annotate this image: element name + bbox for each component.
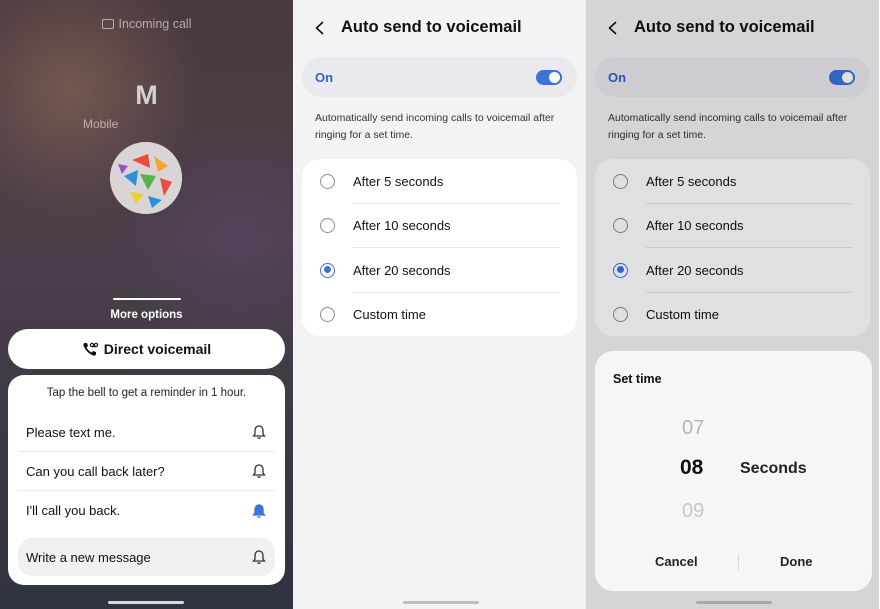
quick-reply-item[interactable]: Can you call back later? bbox=[18, 452, 275, 491]
picker-next-value[interactable]: 09 bbox=[682, 500, 704, 523]
radio-button[interactable] bbox=[320, 307, 335, 323]
radio-button-selected[interactable] bbox=[320, 262, 335, 278]
reminder-hint: Tap the bell to get a reminder in 1 hour… bbox=[46, 387, 247, 399]
picker-unit-label: Seconds bbox=[740, 460, 807, 477]
option-after-10-seconds[interactable]: After 10 seconds bbox=[302, 204, 577, 248]
dialog-title: Set time bbox=[613, 372, 662, 386]
incoming-call-screen: Incoming call M Mobile More options Dire… bbox=[0, 0, 293, 609]
cancel-button[interactable]: Cancel bbox=[655, 554, 698, 569]
picker-current-value[interactable]: 08 bbox=[680, 456, 703, 480]
quick-reply-item[interactable]: I'll call you back. bbox=[18, 491, 275, 530]
home-indicator[interactable] bbox=[403, 601, 479, 604]
header: Auto send to voicemail bbox=[313, 18, 522, 37]
write-new-message-item[interactable]: Write a new message bbox=[18, 538, 275, 576]
option-custom-time[interactable]: Custom time bbox=[302, 293, 577, 338]
set-time-dialog: Set time 07 08 Seconds 09 Cancel Done bbox=[595, 351, 872, 591]
button-divider bbox=[738, 554, 739, 570]
direct-voicemail-button[interactable]: Direct voicemail bbox=[8, 329, 285, 369]
caller-avatar bbox=[110, 142, 182, 214]
radio-button[interactable] bbox=[320, 173, 335, 189]
auto-voicemail-set-time-screen: Auto send to voicemail On Automatically … bbox=[586, 0, 879, 609]
home-indicator[interactable] bbox=[696, 601, 772, 604]
voicemail-phone-icon bbox=[83, 342, 98, 356]
radio-button[interactable] bbox=[320, 218, 335, 234]
more-options-handle[interactable] bbox=[113, 298, 181, 300]
back-arrow-icon[interactable] bbox=[313, 21, 327, 35]
auto-voicemail-settings-screen: Auto send to voicemail On Automatically … bbox=[293, 0, 586, 609]
incoming-call-label: Incoming call bbox=[0, 17, 293, 31]
call-screen-icon bbox=[101, 19, 114, 29]
toggle-label: On bbox=[315, 69, 334, 85]
toggle-switch[interactable] bbox=[536, 69, 562, 85]
avatar-graphic bbox=[110, 142, 182, 214]
quick-reply-item[interactable]: Please text me. bbox=[18, 413, 275, 452]
bell-icon[interactable] bbox=[251, 424, 267, 440]
caller-initial: M bbox=[135, 80, 158, 110]
bell-active-icon[interactable] bbox=[251, 503, 267, 519]
page-title: Auto send to voicemail bbox=[341, 18, 522, 36]
option-after-5-seconds[interactable]: After 5 seconds bbox=[302, 159, 577, 204]
option-after-20-seconds[interactable]: After 20 seconds bbox=[302, 248, 577, 293]
quick-reply-card: Tap the bell to get a reminder in 1 hour… bbox=[8, 375, 285, 585]
more-options-label: More options bbox=[110, 309, 183, 321]
bell-icon[interactable] bbox=[251, 549, 267, 565]
setting-description: Automatically send incoming calls to voi… bbox=[315, 112, 555, 141]
picker-previous-value[interactable]: 07 bbox=[682, 417, 704, 440]
bell-icon[interactable] bbox=[251, 463, 267, 479]
delay-options-card: After 5 seconds After 10 seconds After 2… bbox=[302, 159, 577, 336]
home-indicator[interactable] bbox=[108, 601, 184, 604]
done-button[interactable]: Done bbox=[780, 554, 813, 569]
caller-number-type: Mobile bbox=[83, 117, 119, 131]
master-toggle-row[interactable]: On bbox=[302, 57, 577, 97]
